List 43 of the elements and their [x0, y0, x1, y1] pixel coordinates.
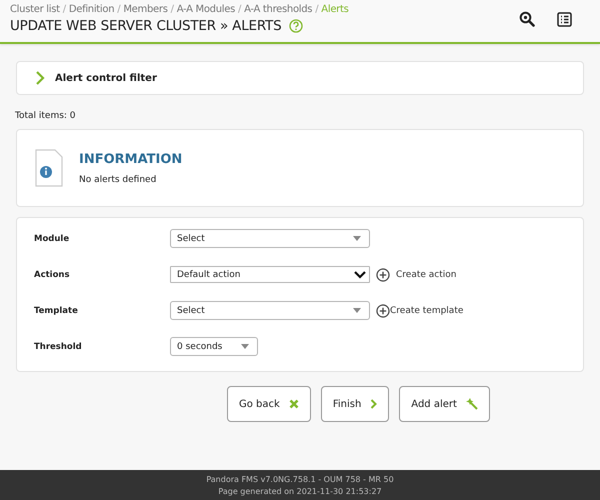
filter-panel[interactable]: Alert control filter	[16, 61, 584, 95]
zoom-icon[interactable]	[519, 11, 535, 27]
info-title: INFORMATION	[79, 152, 182, 166]
select-field[interactable]: Select	[170, 301, 370, 320]
field-label: Template	[34, 306, 79, 316]
breadcrumb-separator: /	[170, 4, 174, 15]
breadcrumb-link[interactable]: A-A Modules	[176, 4, 235, 15]
breadcrumb-link[interactable]: Members	[123, 4, 168, 15]
select-field[interactable]: Select	[170, 229, 370, 248]
breadcrumb-link[interactable]: Definition	[68, 4, 114, 15]
footer-text: Page generated on 2021-11-30 21:53:27	[218, 486, 382, 496]
action-button[interactable]: Go back	[227, 386, 311, 422]
breadcrumb-separator: /	[62, 4, 66, 15]
action-button[interactable]: Add alert	[399, 386, 490, 422]
chevron-down-icon	[354, 270, 366, 278]
create-link[interactable]: Create template	[390, 306, 464, 316]
field-label: Threshold	[34, 342, 83, 352]
field-label: Module	[34, 234, 70, 244]
info-document-icon	[35, 149, 63, 187]
breadcrumb-separator: /	[315, 4, 318, 15]
plus-icon[interactable]	[376, 304, 390, 318]
info-message: No alerts defined	[79, 174, 158, 184]
footer-text: Pandora FMS v7.0NG.758.1 - OUM 758 - MR 50	[206, 474, 394, 484]
total-items: Total items: 0	[15, 111, 77, 121]
wand-icon	[466, 398, 478, 410]
dropdown-arrow-icon	[353, 308, 361, 313]
select-field[interactable]: Default action	[170, 266, 370, 283]
filter-label: Alert control filter	[55, 72, 157, 84]
list-icon[interactable]	[557, 12, 572, 26]
dropdown-arrow-icon	[353, 236, 361, 241]
breadcrumb-link[interactable]: Cluster list	[10, 4, 60, 15]
breadcrumb-link[interactable]: A-A thresholds	[244, 4, 312, 15]
chevron-right-icon	[370, 399, 378, 409]
breadcrumb-separator: /	[238, 4, 242, 15]
breadcrumb-separator: /	[117, 4, 120, 15]
select-field[interactable]: 0 seconds	[170, 337, 258, 356]
create-link[interactable]: Create action	[396, 270, 456, 280]
plus-icon[interactable]	[376, 268, 390, 282]
action-button[interactable]: Finish	[320, 386, 390, 422]
page-title: UPDATE WEB SERVER CLUSTER » ALERTS	[10, 18, 282, 34]
field-label: Actions	[34, 270, 71, 280]
cross-icon	[288, 399, 299, 409]
dropdown-arrow-icon	[241, 344, 249, 349]
